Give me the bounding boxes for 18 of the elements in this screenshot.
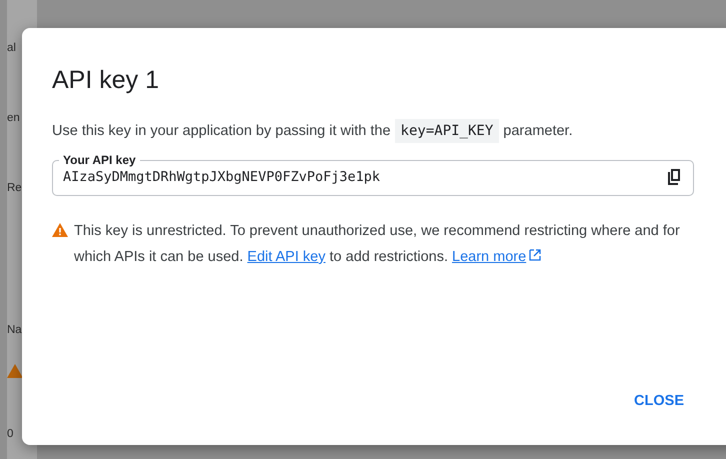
copy-icon (667, 169, 681, 185)
close-button[interactable]: CLOSE (630, 385, 688, 417)
warning-text: This key is unrestricted. To prevent unauthorized use, we recommend restricting where and for which APIs it can be used. Edit API key to add restrictions. Learn more (74, 222, 681, 267)
background-text: Re (7, 181, 22, 196)
dialog-title: API key 1 (52, 66, 159, 95)
background-text: al (7, 41, 16, 56)
warning-icon (7, 364, 23, 378)
copy-button[interactable] (665, 167, 683, 187)
field-label: Your API key (62, 153, 137, 167)
background-text: en (7, 111, 20, 126)
learn-more-link[interactable]: Learn more (452, 249, 542, 265)
edit-api-key-link[interactable]: Edit API key (247, 249, 326, 265)
api-key-value: AIzaSyDMmgtDRhWgtpJXbgNEVP0FZvPoFj3e1pk (63, 169, 381, 185)
external-link-icon (529, 249, 542, 261)
warning-icon (52, 223, 68, 237)
api-key-field[interactable]: Your API key AIzaSyDMmgtDRhWgtpJXbgNEVP0FZvPoFj3e1pk (52, 153, 694, 196)
background-text: Na (7, 323, 22, 338)
background-text: 0 (7, 427, 14, 442)
